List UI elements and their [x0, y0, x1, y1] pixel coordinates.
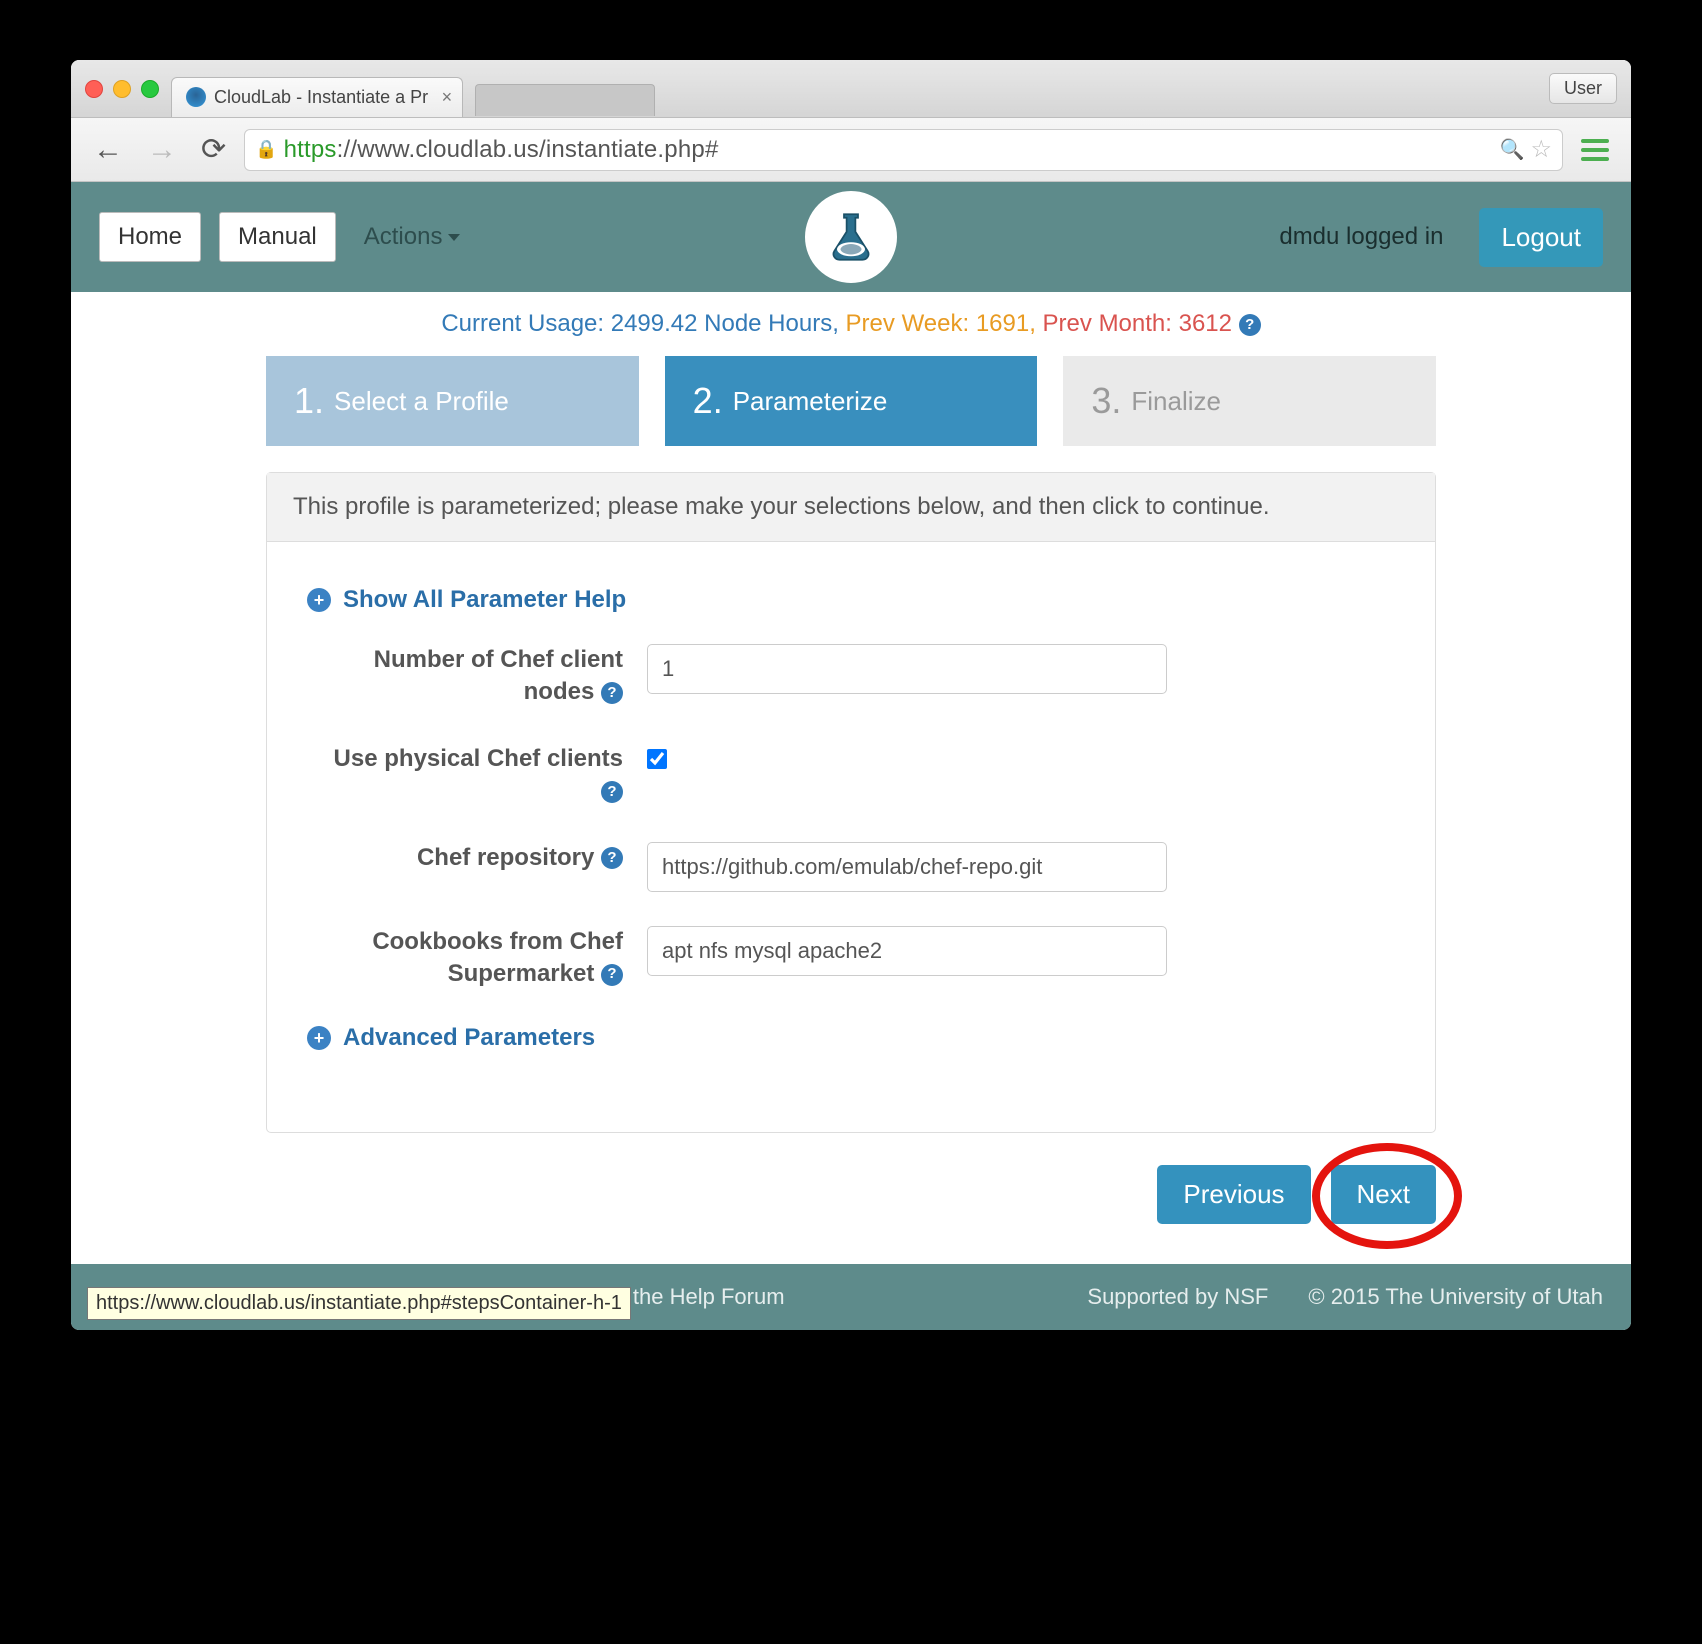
- input-chef-repo[interactable]: [647, 842, 1167, 892]
- chevron-down-icon: [448, 234, 460, 241]
- row-physical: Use physical Chef clients ?: [307, 743, 1395, 808]
- help-icon[interactable]: ?: [1239, 314, 1261, 336]
- titlebar: CloudLab - Instantiate a Pr × User: [71, 60, 1631, 118]
- plus-icon: +: [307, 588, 331, 612]
- step-select-profile[interactable]: 1. Select a Profile: [266, 356, 639, 446]
- next-button[interactable]: Next: [1331, 1165, 1436, 1224]
- previous-button[interactable]: Previous: [1157, 1165, 1310, 1224]
- usage-current: Current Usage: 2499.42 Node Hours,: [441, 310, 839, 337]
- close-window-icon[interactable]: [85, 80, 103, 98]
- user-menu-button[interactable]: User: [1549, 73, 1617, 104]
- label-cookbooks: Cookbooks from Chef Supermarket ?: [307, 926, 647, 991]
- reload-button[interactable]: ⟳: [195, 132, 232, 167]
- panel-message: This profile is parameterized; please ma…: [267, 473, 1435, 542]
- advanced-params-toggle[interactable]: + Advanced Parameters: [307, 1024, 1395, 1052]
- footer-help-forum[interactable]: Question or comment? Join the Help Forum: [358, 1284, 785, 1310]
- browser-tab[interactable]: CloudLab - Instantiate a Pr ×: [171, 77, 463, 117]
- browser-toolbar: ← → ⟳ 🔒 https://www.cloudlab.us/instanti…: [71, 118, 1631, 182]
- lock-icon: 🔒: [255, 139, 277, 160]
- label-num-nodes: Number of Chef client nodes ?: [307, 644, 647, 709]
- help-icon[interactable]: ?: [601, 847, 623, 869]
- input-cookbooks[interactable]: [647, 926, 1167, 976]
- usage-bar: Current Usage: 2499.42 Node Hours, Prev …: [71, 292, 1631, 356]
- wizard-steps: 1. Select a Profile 2. Parameterize 3. F…: [266, 356, 1436, 446]
- footer-copyright: © 2015 The University of Utah: [1308, 1284, 1603, 1310]
- plus-icon: +: [307, 1026, 331, 1050]
- footer-supported: Supported by NSF: [1087, 1284, 1268, 1310]
- minimize-window-icon[interactable]: [113, 80, 131, 98]
- maximize-window-icon[interactable]: [141, 80, 159, 98]
- main-content: 1. Select a Profile 2. Parameterize 3. F…: [266, 356, 1436, 1264]
- forward-button: →: [141, 133, 183, 167]
- row-num-nodes: Number of Chef client nodes ?: [307, 644, 1395, 709]
- manual-button[interactable]: Manual: [219, 212, 336, 262]
- actions-dropdown[interactable]: Actions: [354, 213, 471, 261]
- logged-in-text: dmdu logged in: [1279, 223, 1443, 251]
- chrome-menu-icon[interactable]: [1575, 133, 1615, 167]
- row-chef-repo: Chef repository ?: [307, 842, 1395, 892]
- browser-window: CloudLab - Instantiate a Pr × User ← → ⟳…: [71, 60, 1631, 1330]
- logout-button[interactable]: Logout: [1479, 208, 1603, 267]
- usage-prev-month: Prev Month: 3612: [1043, 310, 1232, 337]
- app-header: Home Manual Actions dmdu logged in Logou…: [71, 182, 1631, 292]
- favicon-icon: [186, 87, 206, 107]
- footer-powered: Powered by ⸬ emulab: [99, 1282, 318, 1312]
- help-icon[interactable]: ?: [601, 682, 623, 704]
- label-physical: Use physical Chef clients ?: [307, 743, 647, 808]
- bookmark-star-icon[interactable]: ☆: [1530, 135, 1552, 164]
- label-chef-repo: Chef repository ?: [307, 842, 647, 874]
- back-button[interactable]: ←: [87, 133, 129, 167]
- usage-prev-week: Prev Week: 1691,: [846, 310, 1036, 337]
- window-controls: [85, 80, 159, 98]
- url-text: https://www.cloudlab.us/instantiate.php#: [284, 136, 719, 164]
- new-tab-button[interactable]: [475, 84, 655, 116]
- checkbox-physical[interactable]: [647, 749, 667, 769]
- flask-icon: [823, 209, 879, 265]
- show-all-help-toggle[interactable]: + Show All Parameter Help: [307, 586, 1395, 614]
- parameter-panel: This profile is parameterized; please ma…: [266, 472, 1436, 1133]
- cloudlab-logo[interactable]: [805, 191, 897, 283]
- panel-body: + Show All Parameter Help Number of Chef…: [267, 542, 1435, 1132]
- input-num-nodes[interactable]: [647, 644, 1167, 694]
- help-icon[interactable]: ?: [601, 964, 623, 986]
- search-icon[interactable]: 🔍: [1500, 137, 1525, 162]
- close-tab-icon[interactable]: ×: [442, 87, 453, 108]
- app-content: Home Manual Actions dmdu logged in Logou…: [71, 182, 1631, 1330]
- url-bar[interactable]: 🔒 https://www.cloudlab.us/instantiate.ph…: [244, 129, 1563, 171]
- step-parameterize[interactable]: 2. Parameterize: [665, 356, 1038, 446]
- wizard-nav-buttons: Previous Next: [266, 1159, 1436, 1264]
- tab-title: CloudLab - Instantiate a Pr: [214, 87, 428, 108]
- app-footer: Powered by ⸬ emulab Question or comment?…: [71, 1264, 1631, 1330]
- home-button[interactable]: Home: [99, 212, 201, 262]
- actions-label: Actions: [364, 223, 443, 251]
- help-icon[interactable]: ?: [601, 781, 623, 803]
- step-finalize: 3. Finalize: [1063, 356, 1436, 446]
- row-cookbooks: Cookbooks from Chef Supermarket ?: [307, 926, 1395, 991]
